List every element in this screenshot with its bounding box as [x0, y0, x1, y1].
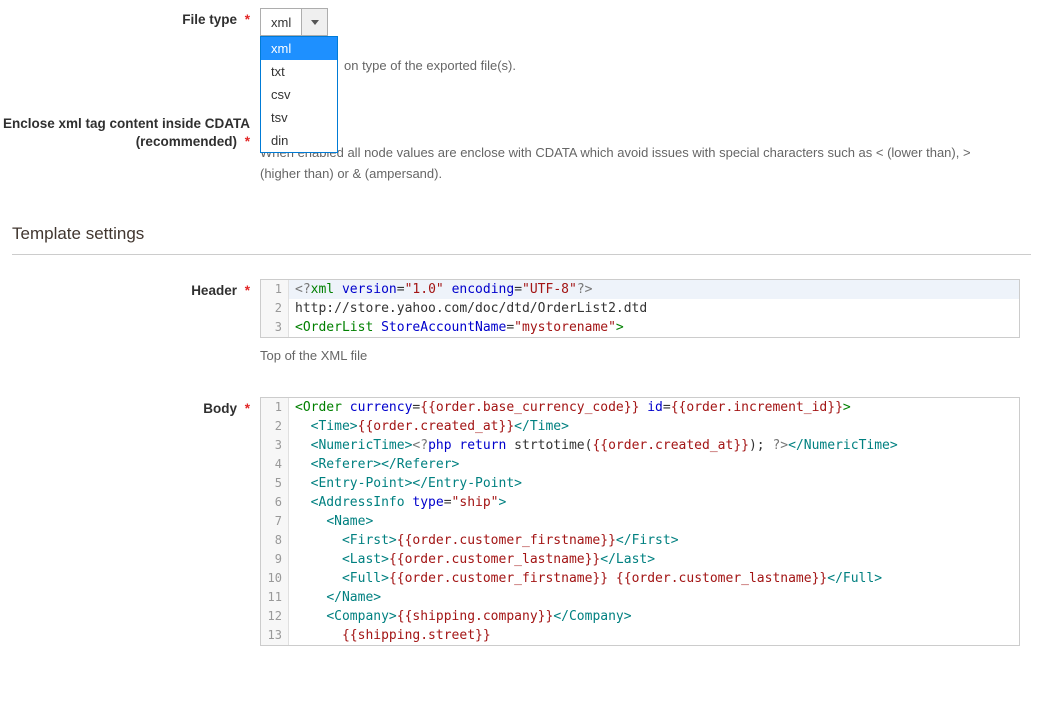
- file-type-row: File type * xml xmltxtcsvtsvdin on type …: [0, 8, 1043, 77]
- header-help: Top of the XML file: [260, 346, 1000, 367]
- label-text: Header: [191, 283, 237, 298]
- header-code-editor[interactable]: 1<?xml version="1.0" encoding="UTF-8"?>2…: [260, 279, 1020, 338]
- code-content: <NumericTime><?php return strtotime({{or…: [289, 436, 898, 455]
- file-type-option-xml[interactable]: xml: [261, 37, 337, 60]
- file-type-help: on type of the exported file(s).: [344, 56, 1023, 77]
- header-control: 1<?xml version="1.0" encoding="UTF-8"?>2…: [260, 279, 1043, 367]
- body-code-editor[interactable]: 1<Order currency={{order.base_currency_c…: [260, 397, 1020, 646]
- file-type-option-txt[interactable]: txt: [261, 60, 337, 83]
- cdata-row: Enclose xml tag content inside CDATA (re…: [0, 111, 1043, 185]
- cdata-label: Enclose xml tag content inside CDATA (re…: [0, 111, 260, 185]
- file-type-option-csv[interactable]: csv: [261, 83, 337, 106]
- line-number: 5: [261, 474, 289, 493]
- line-number: 9: [261, 550, 289, 569]
- code-line[interactable]: 12 <Company>{{shipping.company}}</Compan…: [261, 607, 1019, 626]
- line-number: 12: [261, 607, 289, 626]
- file-type-option-din[interactable]: din: [261, 129, 337, 152]
- code-line[interactable]: 11 </Name>: [261, 588, 1019, 607]
- code-line[interactable]: 6 <AddressInfo type="ship">: [261, 493, 1019, 512]
- file-type-select[interactable]: xml: [260, 8, 328, 36]
- code-line[interactable]: 4 <Referer></Referer>: [261, 455, 1019, 474]
- code-line[interactable]: 9 <Last>{{order.customer_lastname}}</Las…: [261, 550, 1019, 569]
- code-content: <Entry-Point></Entry-Point>: [289, 474, 522, 493]
- file-type-value: xml: [261, 9, 301, 35]
- file-type-select-wrap: xml xmltxtcsvtsvdin: [260, 8, 328, 36]
- code-content: http://store.yahoo.com/doc/dtd/OrderList…: [289, 299, 647, 318]
- body-row: Body * 1<Order currency={{order.base_cur…: [0, 397, 1043, 646]
- code-line[interactable]: 8 <First>{{order.customer_firstname}}</F…: [261, 531, 1019, 550]
- line-number: 2: [261, 417, 289, 436]
- line-number: 10: [261, 569, 289, 588]
- code-line[interactable]: 7 <Name>: [261, 512, 1019, 531]
- code-content: <Referer></Referer>: [289, 455, 459, 474]
- code-line[interactable]: 13 {{shipping.street}}: [261, 626, 1019, 645]
- code-content: </Name>: [289, 588, 381, 607]
- line-number: 1: [261, 398, 289, 417]
- line-number: 11: [261, 588, 289, 607]
- line-number: 1: [261, 280, 289, 299]
- line-number: 2: [261, 299, 289, 318]
- file-type-control: xml xmltxtcsvtsvdin on type of the expor…: [260, 8, 1043, 77]
- code-content: <Company>{{shipping.company}}</Company>: [289, 607, 632, 626]
- line-number: 7: [261, 512, 289, 531]
- code-line[interactable]: 3<OrderList StoreAccountName="mystorenam…: [261, 318, 1019, 337]
- line-number: 4: [261, 455, 289, 474]
- code-content: <First>{{order.customer_firstname}}</Fir…: [289, 531, 679, 550]
- code-content: <Last>{{order.customer_lastname}}</Last>: [289, 550, 655, 569]
- code-line[interactable]: 2 <Time>{{order.created_at}}</Time>: [261, 417, 1019, 436]
- header-label: Header *: [0, 279, 260, 367]
- code-content: <Full>{{order.customer_firstname}} {{ord…: [289, 569, 882, 588]
- code-line[interactable]: 1<?xml version="1.0" encoding="UTF-8"?>: [261, 280, 1019, 299]
- label-text: Body: [203, 401, 237, 416]
- line-number: 6: [261, 493, 289, 512]
- line-number: 13: [261, 626, 289, 645]
- required-asterisk: *: [245, 134, 250, 149]
- code-content: <Time>{{order.created_at}}</Time>: [289, 417, 569, 436]
- body-control: 1<Order currency={{order.base_currency_c…: [260, 397, 1043, 646]
- code-line[interactable]: 2http://store.yahoo.com/doc/dtd/OrderLis…: [261, 299, 1019, 318]
- label-text: Enclose xml tag content inside CDATA (re…: [3, 116, 250, 149]
- required-asterisk: *: [245, 12, 250, 27]
- line-number: 8: [261, 531, 289, 550]
- required-asterisk: *: [245, 283, 250, 298]
- code-line[interactable]: 5 <Entry-Point></Entry-Point>: [261, 474, 1019, 493]
- code-content: <AddressInfo type="ship">: [289, 493, 506, 512]
- code-line[interactable]: 3 <NumericTime><?php return strtotime({{…: [261, 436, 1019, 455]
- file-type-dropdown-button[interactable]: [301, 9, 327, 35]
- code-content: <?xml version="1.0" encoding="UTF-8"?>: [289, 280, 592, 299]
- template-settings-section: Template settings: [12, 224, 1031, 255]
- required-asterisk: *: [245, 401, 250, 416]
- cdata-help: When enabled all node values are enclose…: [260, 143, 1000, 185]
- code-content: {{shipping.street}}: [289, 626, 491, 645]
- code-content: <OrderList StoreAccountName="mystorename…: [289, 318, 624, 337]
- label-text: File type: [182, 12, 237, 27]
- caret-down-icon: [311, 20, 319, 25]
- code-content: <Order currency={{order.base_currency_co…: [289, 398, 851, 417]
- code-content: <Name>: [289, 512, 373, 531]
- file-type-label: File type *: [0, 8, 260, 77]
- file-type-option-tsv[interactable]: tsv: [261, 106, 337, 129]
- code-line[interactable]: 10 <Full>{{order.customer_firstname}} {{…: [261, 569, 1019, 588]
- code-line[interactable]: 1<Order currency={{order.base_currency_c…: [261, 398, 1019, 417]
- header-row: Header * 1<?xml version="1.0" encoding="…: [0, 279, 1043, 367]
- line-number: 3: [261, 436, 289, 455]
- body-label: Body *: [0, 397, 260, 646]
- line-number: 3: [261, 318, 289, 337]
- section-title: Template settings: [12, 224, 1031, 255]
- cdata-control: When enabled all node values are enclose…: [260, 111, 1043, 185]
- file-type-dropdown[interactable]: xmltxtcsvtsvdin: [260, 36, 338, 153]
